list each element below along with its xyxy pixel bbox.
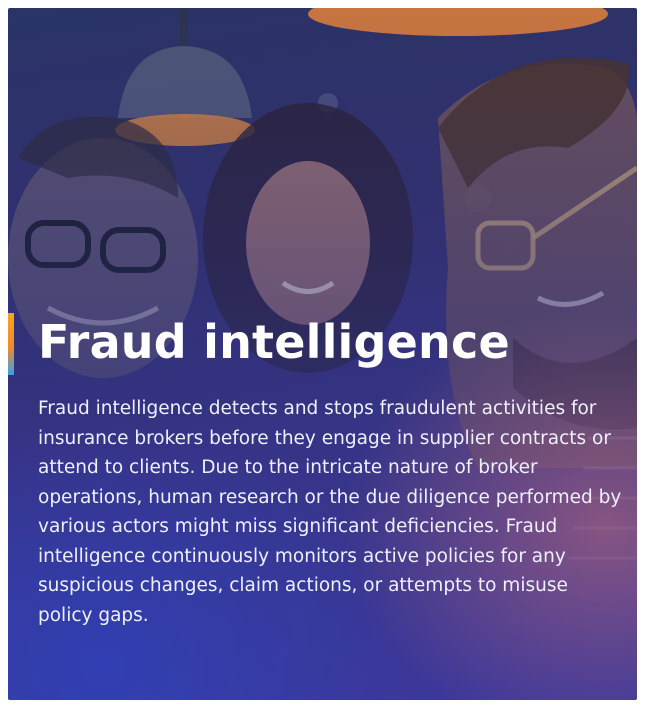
title-accent-bar	[8, 313, 14, 375]
card-description: Fraud intelligence detects and stops fra…	[38, 398, 622, 626]
card-title: Fraud intelligence	[38, 315, 510, 369]
feature-card: Fraud intelligence Fraud intelligence de…	[8, 8, 637, 700]
